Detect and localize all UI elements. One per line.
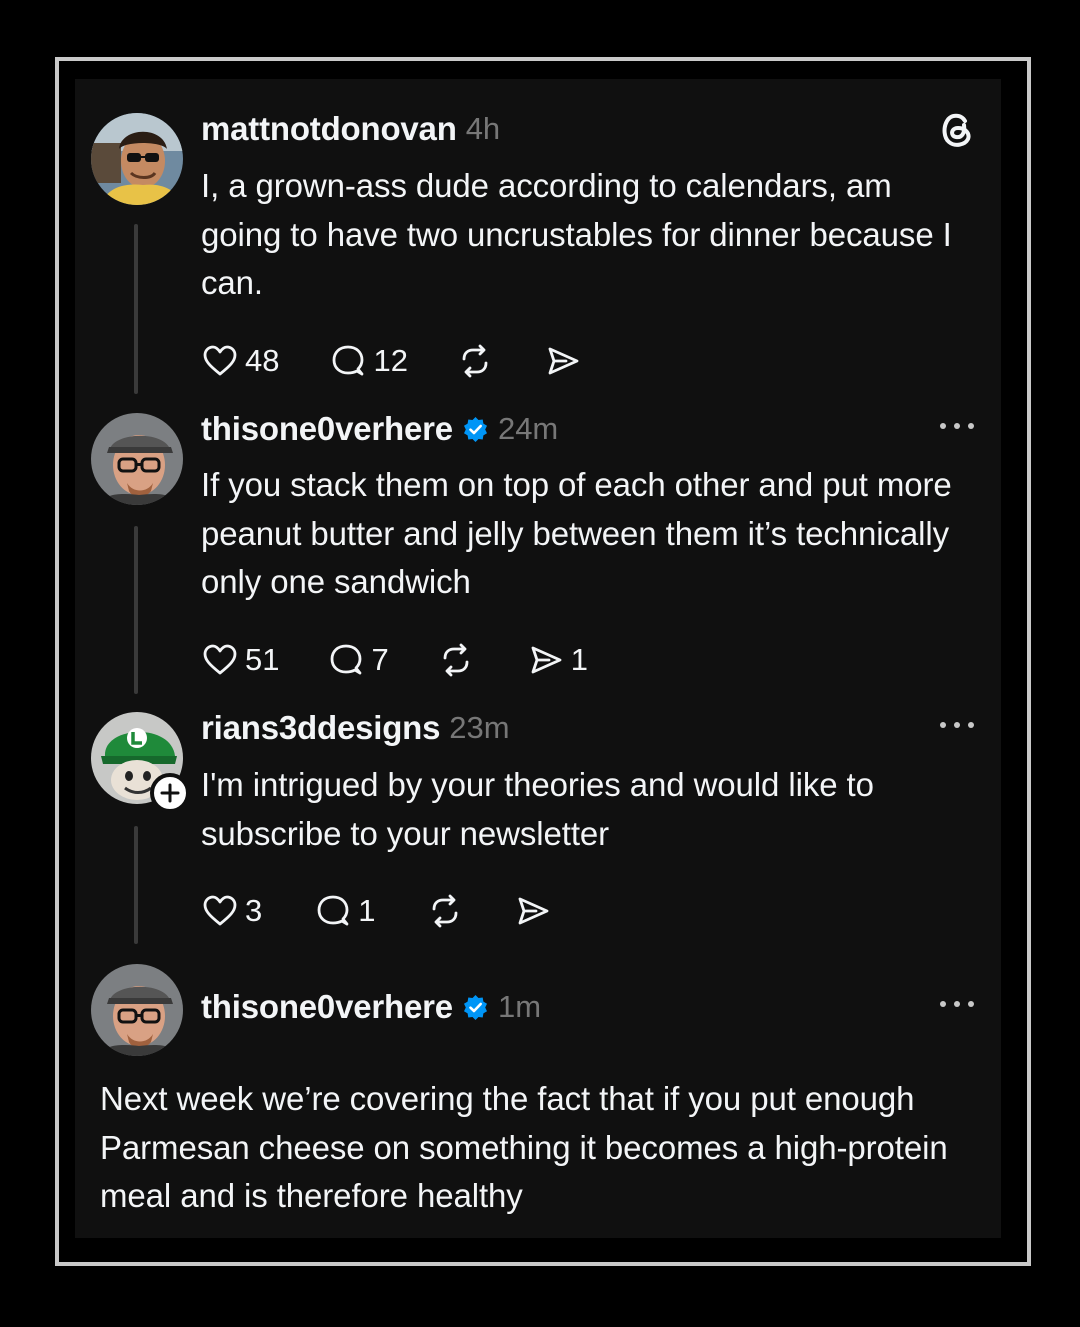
share-button[interactable]: 1 (527, 640, 588, 680)
send-icon (548, 347, 579, 375)
thread-connector (134, 526, 138, 694)
repost-button[interactable] (426, 891, 464, 931)
reply-count: 12 (373, 343, 408, 378)
like-count: 3 (245, 893, 263, 928)
post-text: I, a grown-ass dude according to calenda… (201, 167, 952, 301)
reply-count: 1 (358, 893, 376, 928)
post-header: thisone0verhere 1m (201, 985, 541, 1029)
verified-badge-icon (462, 416, 489, 443)
avatar-thisone0verhere[interactable] (91, 413, 183, 505)
repost-icon (462, 344, 488, 378)
more-options-icon[interactable] (940, 719, 974, 731)
like-count: 48 (245, 343, 280, 378)
more-options-icon[interactable] (940, 998, 974, 1010)
reply-button[interactable]: 1 (314, 891, 376, 931)
post-text: I'm intrigued by your theories and would… (201, 766, 874, 852)
send-icon (531, 646, 562, 674)
like-button[interactable]: 3 (201, 891, 262, 931)
send-icon (518, 897, 548, 925)
post-actions: 51 7 1 (201, 640, 588, 680)
username[interactable]: rians3ddesigns (201, 709, 440, 747)
like-button[interactable]: 51 (201, 640, 279, 680)
comment-icon (333, 345, 364, 376)
username[interactable]: mattnotdonovan (201, 110, 457, 148)
username[interactable]: thisone0verhere (201, 410, 453, 448)
repost-icon (443, 643, 469, 677)
repost-icon (432, 894, 457, 928)
post-time: 4h (465, 111, 501, 146)
reply-count: 7 (371, 642, 389, 677)
threads-logo-icon[interactable] (938, 109, 976, 149)
post-time: 23m (449, 710, 510, 745)
post-header: rians3ddesigns 23m (201, 706, 510, 750)
avatar-thisone0verhere[interactable] (91, 964, 183, 1056)
post-actions: 3 1 (201, 891, 552, 931)
thread-connector (134, 224, 138, 394)
comment-icon (331, 644, 362, 675)
post-header: mattnotdonovan 4h (201, 107, 500, 151)
post-actions: 48 12 (201, 341, 582, 381)
repost-button[interactable] (437, 640, 475, 680)
share-button[interactable] (514, 891, 552, 931)
repost-button[interactable] (456, 341, 494, 381)
heart-icon (203, 345, 237, 376)
share-button[interactable] (544, 341, 582, 381)
post-text: Next week we’re covering the fact that i… (100, 1080, 948, 1214)
share-count: 1 (570, 642, 588, 677)
avatar-mattnotdonovan[interactable] (91, 113, 183, 205)
more-options-icon[interactable] (940, 420, 974, 432)
username[interactable]: thisone0verhere (201, 988, 453, 1026)
thread-connector (134, 826, 138, 944)
post-header: thisone0verhere 24m (201, 407, 558, 451)
reply-button[interactable]: 7 (327, 640, 389, 680)
verified-badge-icon (462, 994, 489, 1021)
comment-icon (317, 895, 349, 926)
heart-icon (203, 644, 237, 675)
reply-button[interactable]: 12 (329, 341, 408, 381)
post-time: 24m (497, 411, 559, 446)
post-text: If you stack them on top of each other a… (201, 466, 952, 600)
heart-icon (203, 895, 237, 926)
follow-plus-icon[interactable] (150, 773, 190, 813)
post-time: 1m (497, 989, 542, 1024)
like-count: 51 (245, 642, 280, 677)
like-button[interactable]: 48 (201, 341, 279, 381)
